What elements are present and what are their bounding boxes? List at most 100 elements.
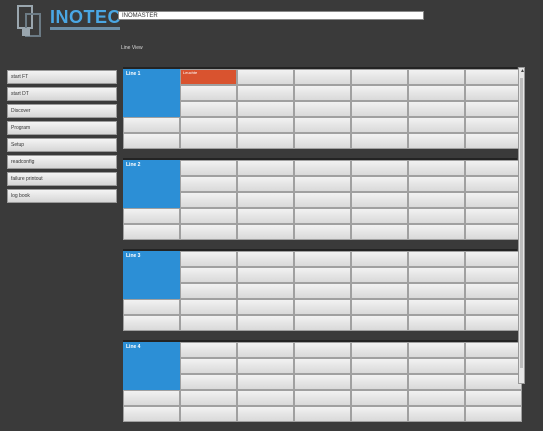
grid-cell[interactable] (408, 390, 465, 406)
grid-cell[interactable] (351, 69, 408, 85)
grid-cell[interactable] (180, 315, 237, 331)
grid-cell[interactable] (465, 251, 522, 267)
grid-cell[interactable] (351, 101, 408, 117)
grid-cell[interactable] (408, 299, 465, 315)
grid-cell[interactable] (294, 358, 351, 374)
readconfig-button[interactable]: readconfig (7, 155, 117, 169)
grid-cell[interactable] (237, 299, 294, 315)
grid-cell[interactable] (294, 390, 351, 406)
grid-cell[interactable] (465, 299, 522, 315)
grid-cell[interactable] (465, 390, 522, 406)
grid-cell[interactable] (351, 160, 408, 176)
grid-cell[interactable] (237, 117, 294, 133)
grid-cell[interactable] (294, 192, 351, 208)
grid-cell[interactable] (408, 160, 465, 176)
grid-cell[interactable] (180, 299, 237, 315)
grid-cell[interactable] (237, 160, 294, 176)
grid-cell[interactable] (408, 85, 465, 101)
grid-cell[interactable] (408, 315, 465, 331)
grid-cell[interactable] (351, 192, 408, 208)
grid-cell[interactable] (294, 101, 351, 117)
grid-cell[interactable] (180, 224, 237, 240)
scrollbar[interactable]: ▲ (518, 67, 525, 384)
grid-cell[interactable] (180, 208, 237, 224)
grid-cell[interactable] (180, 251, 237, 267)
grid-cell[interactable] (465, 224, 522, 240)
grid-cell[interactable] (294, 283, 351, 299)
log-book-button[interactable]: log book (7, 189, 117, 203)
grid-cell[interactable] (180, 85, 237, 101)
grid-cell[interactable] (351, 176, 408, 192)
line-header[interactable]: Line 3 (123, 251, 180, 301)
grid-cell[interactable] (408, 283, 465, 299)
grid-cell[interactable] (294, 69, 351, 85)
grid-cell[interactable] (408, 251, 465, 267)
grid-cell[interactable] (294, 342, 351, 358)
grid-cell[interactable] (408, 342, 465, 358)
grid-cell[interactable] (408, 406, 465, 422)
grid-cell[interactable] (180, 101, 237, 117)
grid-cell[interactable] (351, 390, 408, 406)
grid-cell[interactable] (465, 101, 522, 117)
grid-cell[interactable] (351, 85, 408, 101)
grid-cell[interactable] (180, 358, 237, 374)
grid-cell[interactable] (123, 390, 180, 406)
grid-cell[interactable] (237, 406, 294, 422)
grid-cell[interactable] (237, 251, 294, 267)
scroll-up-arrow-icon[interactable]: ▲ (520, 69, 525, 74)
grid-cell[interactable] (465, 374, 522, 390)
grid-cell[interactable] (237, 192, 294, 208)
grid-cell[interactable] (180, 192, 237, 208)
grid-cell[interactable] (294, 315, 351, 331)
grid-cell[interactable] (237, 390, 294, 406)
grid-cell[interactable] (294, 160, 351, 176)
grid-cell[interactable] (408, 117, 465, 133)
grid-cell[interactable] (294, 374, 351, 390)
grid-cell[interactable] (465, 315, 522, 331)
grid-cell[interactable] (408, 133, 465, 149)
grid-cell[interactable] (237, 358, 294, 374)
grid-cell[interactable] (294, 406, 351, 422)
grid-cell[interactable] (408, 192, 465, 208)
line-header[interactable]: Line 4 (123, 342, 180, 392)
grid-cell[interactable] (351, 251, 408, 267)
scroll-thumb[interactable] (520, 78, 523, 368)
grid-cell[interactable] (237, 101, 294, 117)
program-button[interactable]: Program (7, 121, 117, 135)
grid-cell[interactable] (351, 315, 408, 331)
grid-cell[interactable] (237, 69, 294, 85)
grid-cell[interactable] (294, 85, 351, 101)
grid-cell[interactable] (237, 176, 294, 192)
grid-cell[interactable] (465, 176, 522, 192)
grid-cell[interactable] (465, 117, 522, 133)
grid-cell[interactable] (180, 267, 237, 283)
grid-cell[interactable] (180, 390, 237, 406)
start-ft-button[interactable]: start FT (7, 70, 117, 84)
grid-cell[interactable] (180, 342, 237, 358)
grid-cell[interactable] (351, 224, 408, 240)
grid-cell[interactable] (351, 208, 408, 224)
grid-cell[interactable] (465, 267, 522, 283)
grid-cell[interactable] (351, 406, 408, 422)
grid-cell[interactable] (123, 406, 180, 422)
grid-cell[interactable] (294, 117, 351, 133)
grid-cell[interactable] (408, 176, 465, 192)
grid-cell[interactable] (408, 374, 465, 390)
grid-cell[interactable] (294, 267, 351, 283)
line-header[interactable]: Line 1 (123, 69, 180, 119)
grid-cell[interactable] (465, 283, 522, 299)
grid-cell[interactable] (294, 251, 351, 267)
grid-cell[interactable] (465, 342, 522, 358)
grid-cell[interactable] (237, 133, 294, 149)
grid-cell[interactable] (294, 133, 351, 149)
grid-cell[interactable] (237, 224, 294, 240)
discover-button[interactable]: Discover (7, 104, 117, 118)
grid-cell[interactable] (465, 85, 522, 101)
grid-cell[interactable] (408, 224, 465, 240)
grid-cell[interactable] (180, 406, 237, 422)
grid-cell[interactable] (351, 374, 408, 390)
grid-cell[interactable] (351, 267, 408, 283)
failure-printout-button[interactable]: failure printout (7, 172, 117, 186)
grid-cell[interactable] (180, 117, 237, 133)
grid-cell[interactable] (351, 342, 408, 358)
